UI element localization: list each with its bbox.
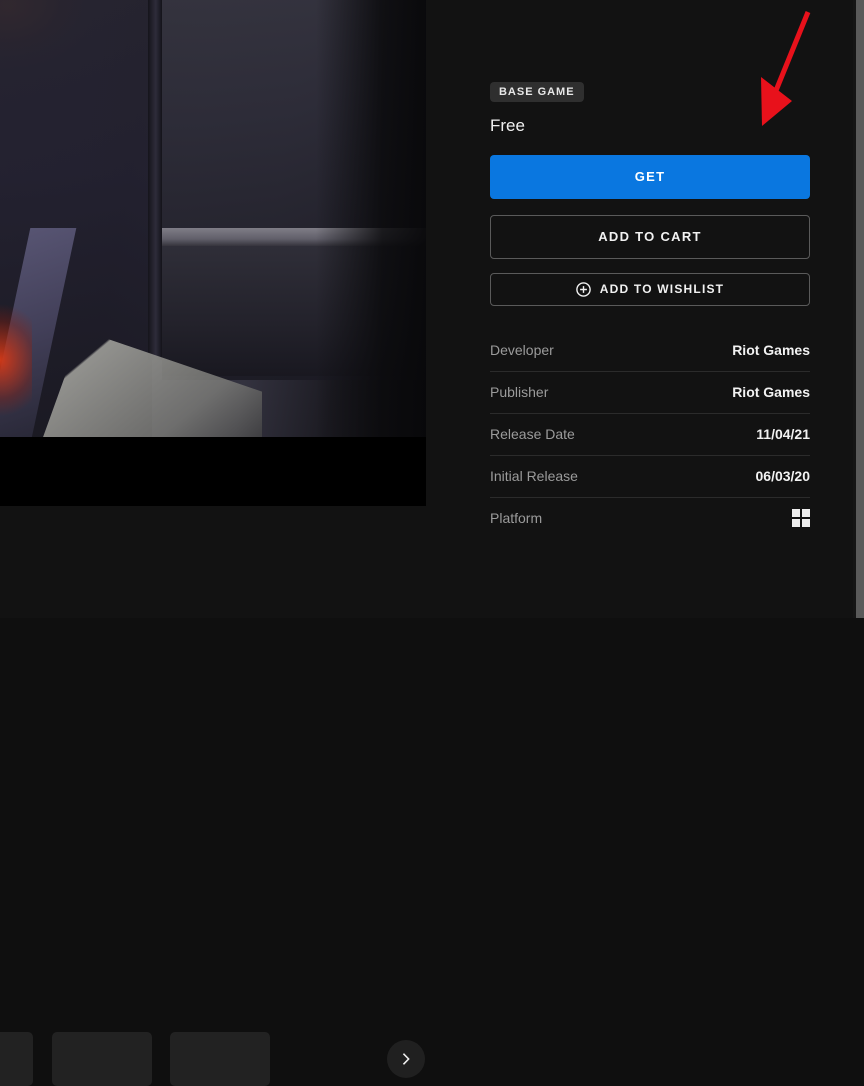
store-product-page: BASE GAME Free GET ADD TO CART ADD TO WI…: [0, 0, 864, 1086]
game-details-table: Developer Riot Games Publisher Riot Game…: [490, 330, 810, 539]
get-button[interactable]: GET: [490, 154, 810, 199]
plus-circle-icon: [575, 281, 591, 297]
chevron-right-icon: [399, 1052, 413, 1066]
add-to-cart-button[interactable]: ADD TO CART: [490, 214, 810, 259]
purchase-panel: BASE GAME Free GET ADD TO CART ADD TO WI…: [440, 0, 864, 618]
price-label: Free: [490, 116, 525, 135]
detail-value: 11/04/21: [756, 426, 810, 443]
detail-key: Initial Release: [490, 468, 578, 485]
table-row: Platform: [490, 498, 810, 539]
table-row: Publisher Riot Games: [490, 372, 810, 414]
add-to-wishlist-label: ADD TO WISHLIST: [599, 282, 725, 297]
media-letterbox: [0, 437, 426, 506]
detail-key: Developer: [490, 342, 554, 359]
media-gallery: [0, 0, 440, 1086]
screenshot-detail: [0, 300, 32, 430]
media-stage[interactable]: [0, 0, 426, 506]
detail-value: 06/03/20: [755, 468, 811, 485]
thumbnail-item[interactable]: [52, 1032, 152, 1086]
add-to-wishlist-button[interactable]: ADD TO WISHLIST: [490, 272, 810, 306]
thumbnail-item[interactable]: [0, 1032, 33, 1086]
detail-key: Release Date: [490, 426, 575, 443]
thumbnail-strip: [0, 506, 440, 1086]
table-row: Release Date 11/04/21: [490, 414, 810, 456]
detail-key: Publisher: [490, 384, 549, 401]
game-screenshot: [0, 0, 426, 437]
windows-logo-icon: [792, 509, 810, 528]
table-row: Initial Release 06/03/20: [490, 456, 810, 498]
page-scrollbar-track[interactable]: [853, 0, 864, 618]
base-game-badge: BASE GAME: [490, 82, 584, 102]
detail-value: Riot Games: [732, 342, 810, 359]
screenshot-detail: [316, 0, 426, 437]
table-row: Developer Riot Games: [490, 330, 810, 372]
screenshot-detail: [148, 0, 162, 360]
carousel-next-button[interactable]: [387, 1040, 425, 1078]
detail-key: Platform: [490, 510, 543, 527]
thumbnail-item[interactable]: [170, 1032, 270, 1086]
page-scrollbar-thumb[interactable]: [856, 0, 864, 618]
detail-value: Riot Games: [732, 384, 810, 401]
